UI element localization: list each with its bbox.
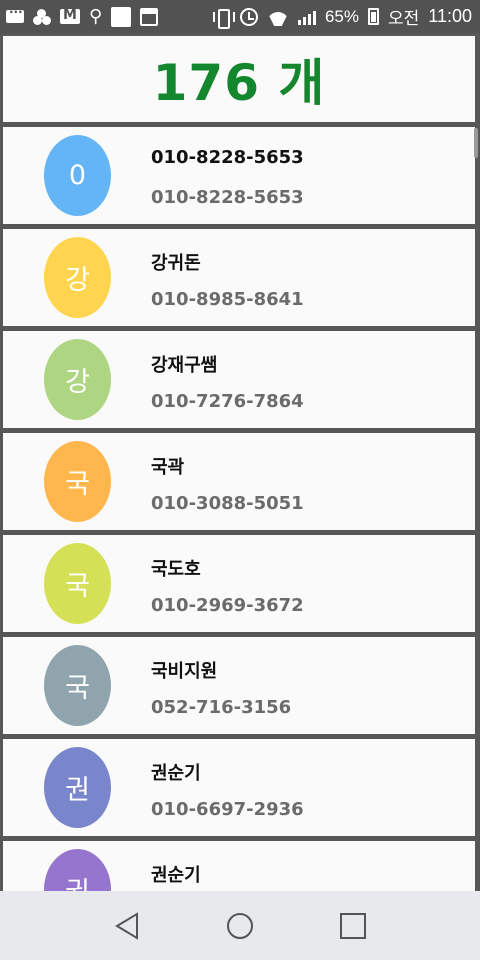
- contact-phone: 010-7276-7864: [151, 391, 304, 412]
- navigation-bar: [0, 891, 480, 960]
- avatar: 권: [44, 747, 111, 828]
- contact-name: 권순기: [151, 865, 201, 886]
- home-button[interactable]: [220, 906, 260, 946]
- contact-phone: 010-8228-5653: [151, 187, 304, 208]
- battery-icon: [368, 8, 379, 25]
- contact-name: 국비지원: [151, 661, 218, 682]
- clover-icon: [33, 8, 51, 25]
- contact-row[interactable]: 국 국비지원 052-716-3156: [3, 637, 475, 734]
- contact-list[interactable]: 0 010-8228-5653 010-8228-5653 강 강귀돈 010-…: [3, 127, 475, 891]
- avatar: 권: [44, 849, 111, 891]
- battery-percent: 65%: [324, 6, 359, 26]
- contact-name: 권순기: [151, 763, 201, 784]
- contact-phone: 010-8985-8641: [151, 289, 304, 310]
- back-icon: [114, 911, 138, 940]
- usb-icon: ⚲: [89, 5, 103, 27]
- contact-name: 010-8228-5653: [151, 147, 304, 168]
- avatar: 강: [44, 339, 111, 420]
- contact-phone: 010-6697-2936: [151, 799, 304, 820]
- home-icon: [226, 912, 253, 939]
- contact-row[interactable]: 국 국곽 010-3088-5051: [3, 433, 475, 530]
- signal-icon: [297, 9, 316, 25]
- am-pm-label: 오전: [388, 9, 420, 28]
- chat-icon: [6, 5, 24, 23]
- contact-row[interactable]: 국 국도호 010-2969-3672: [3, 535, 475, 632]
- contact-row[interactable]: 0 010-8228-5653 010-8228-5653: [3, 127, 475, 224]
- contact-name: 강재구쌤: [151, 355, 218, 376]
- contact-name: 강귀돈: [151, 253, 201, 274]
- contact-phone: 010-3088-5051: [151, 493, 304, 514]
- vibrate-icon: [212, 8, 235, 29]
- contact-phone: 010-2969-3672: [151, 595, 304, 616]
- contact-count-card: 176 개: [3, 36, 475, 122]
- contact-row[interactable]: 권 권순기 010-6697-2936: [3, 739, 475, 836]
- contact-row[interactable]: 권 권순기: [3, 841, 475, 891]
- recent-apps-icon: [340, 912, 367, 939]
- status-bar: ⚲ 65% 오전 11:00: [0, 0, 480, 33]
- contact-phone: 052-716-3156: [151, 697, 292, 718]
- avatar: 국: [44, 543, 111, 624]
- avatar: 0: [44, 135, 111, 216]
- contact-count: 176 개: [152, 54, 326, 112]
- system-icons: 65% 오전 11:00: [212, 4, 472, 29]
- contact-name: 국곽: [151, 457, 185, 478]
- avatar: 국: [44, 441, 111, 522]
- contact-name: 국도호: [151, 559, 201, 580]
- avatar: 강: [44, 237, 111, 318]
- wifi-icon: [267, 8, 289, 26]
- back-button[interactable]: [107, 906, 147, 946]
- contact-row[interactable]: 강 강재구쌤 010-7276-7864: [3, 331, 475, 428]
- recent-apps-button[interactable]: [333, 906, 373, 946]
- avatar: 국: [44, 645, 111, 726]
- notification-icons: ⚲: [6, 5, 159, 27]
- list-scrollbar[interactable]: [474, 128, 478, 158]
- square-icon: [111, 6, 132, 27]
- alarm-icon: [239, 7, 258, 26]
- clock: 11:00: [428, 6, 472, 26]
- contact-row[interactable]: 강 강귀돈 010-8985-8641: [3, 229, 475, 326]
- cleaner-icon: [140, 7, 159, 26]
- gmail-icon: [60, 9, 80, 24]
